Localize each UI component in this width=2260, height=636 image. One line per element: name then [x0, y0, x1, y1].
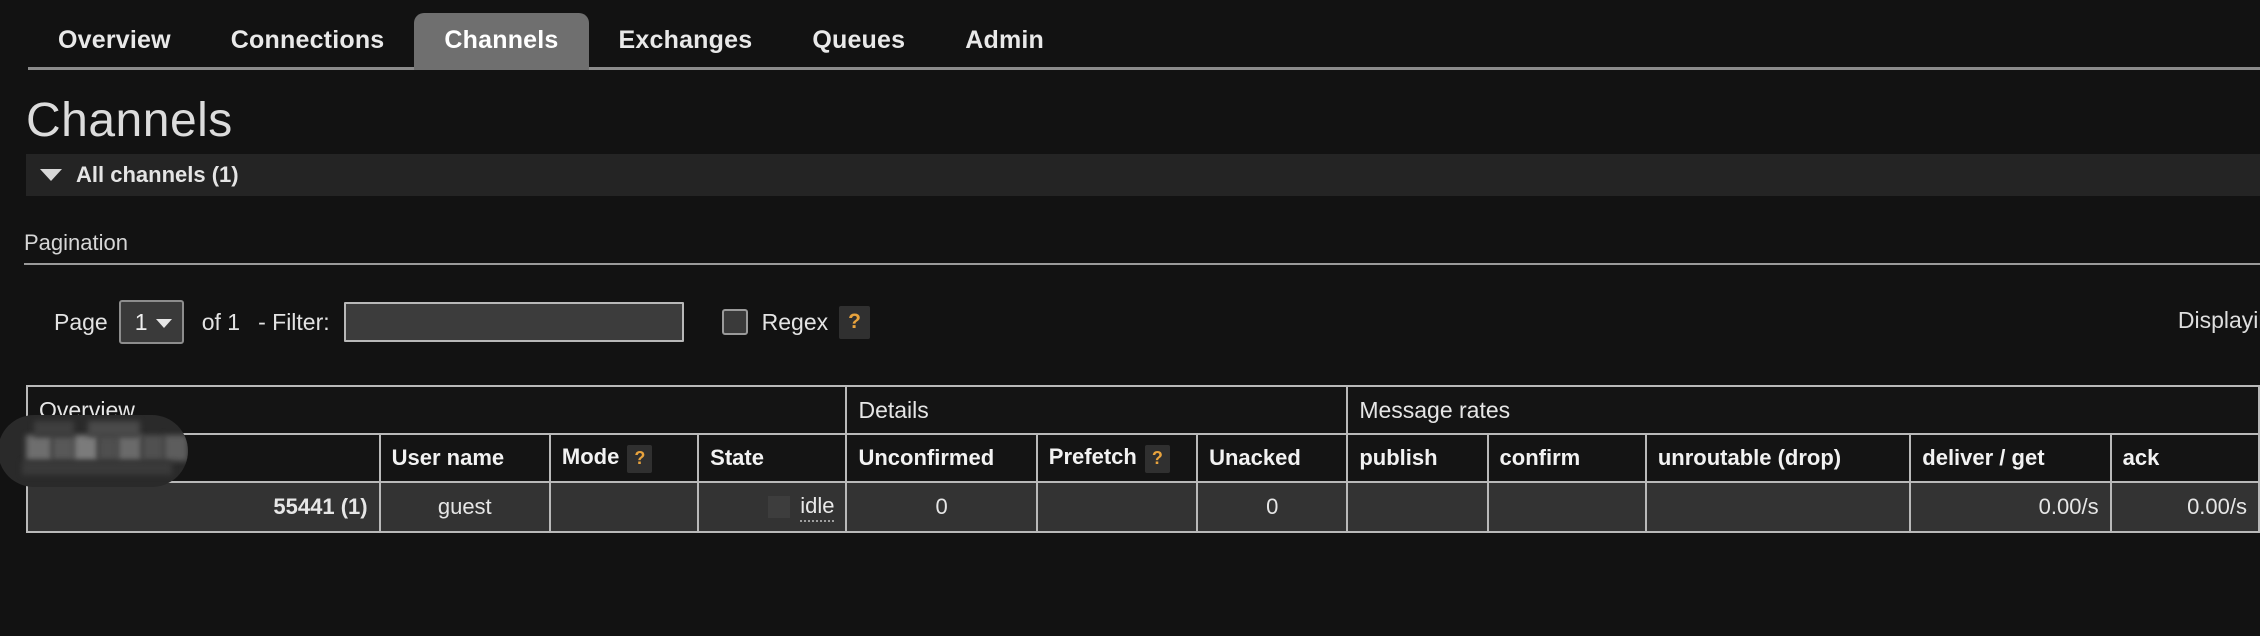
channels-table-body: 55441 (1) guest idle 0 0 0.00/s 0.00/s	[26, 481, 2260, 533]
table-group-header-row: Overview Details Message rates	[25, 385, 2260, 435]
rabbitmq-management-page: Overview Connections Channels Exchanges …	[0, 0, 2260, 636]
tab-admin[interactable]: Admin	[935, 13, 1074, 70]
cell-deliver-get: 0.00/s	[1909, 481, 2112, 533]
channels-table: Overview Details Message rates Channel U…	[25, 385, 2260, 533]
filter-input[interactable]	[343, 302, 684, 342]
regex-checkbox[interactable]	[721, 309, 748, 335]
column-header-unconfirmed-label: Unconfirmed	[858, 445, 995, 470]
column-header-unacked[interactable]: Unacked	[1196, 433, 1349, 483]
regex-label: Regex	[761, 308, 829, 335]
tab-connections[interactable]: Connections	[201, 13, 415, 70]
tab-queues[interactable]: Queues	[782, 13, 935, 70]
cell-ack: 0.00/s	[2109, 481, 2260, 533]
table-column-header-row: Channel User name Mode? State Unconfirme…	[26, 433, 2260, 483]
page-select-wrapper: 1	[118, 300, 184, 344]
column-header-confirm-label: confirm	[1499, 445, 1581, 470]
mode-help-icon[interactable]: ?	[627, 444, 653, 473]
regex-option: Regex ?	[721, 305, 870, 339]
cell-mode	[548, 481, 700, 533]
cell-channel[interactable]: 55441 (1)	[26, 481, 381, 533]
column-header-publish-label: publish	[1359, 445, 1438, 470]
column-header-publish[interactable]: publish	[1346, 433, 1489, 483]
all-channels-label: All channels (1)	[76, 162, 239, 187]
cell-state: idle	[697, 481, 848, 533]
group-header-message-rates: Message rates	[1346, 385, 2260, 435]
column-header-confirm[interactable]: confirm	[1486, 433, 1647, 483]
all-channels-section-toggle[interactable]: All channels (1)	[26, 154, 2260, 196]
prefetch-help-icon[interactable]: ?	[1144, 444, 1170, 473]
pagination-controls: Page 1 of 1 - Filter: Regex ? Displaying	[54, 299, 2260, 345]
page-count-label: of 1	[201, 308, 241, 335]
page-label: Page	[54, 308, 108, 335]
column-header-channel-label: Channel	[39, 445, 126, 470]
column-header-state-label: State	[710, 445, 764, 470]
cell-user-name: guest	[378, 481, 551, 533]
state-label: idle	[800, 493, 835, 522]
column-header-user-name-label: User name	[391, 445, 505, 470]
column-header-channel[interactable]: Channel	[26, 433, 381, 483]
channels-table-container: Overview Details Message rates Channel U…	[0, 385, 2260, 533]
pagination-divider	[24, 263, 2260, 265]
main-navigation-tabs: Overview Connections Channels Exchanges …	[0, 0, 2260, 70]
group-header-details: Details	[845, 385, 1349, 435]
displaying-label: Displaying	[2177, 307, 2260, 333]
column-header-deliver-get[interactable]: deliver / get	[1909, 433, 2112, 483]
page-select[interactable]: 1	[118, 300, 184, 344]
column-header-unacked-label: Unacked	[1209, 445, 1301, 470]
filter-label: - Filter:	[258, 308, 330, 335]
cell-publish	[1346, 481, 1489, 533]
state-indicator: idle	[710, 493, 835, 522]
chevron-down-icon[interactable]	[40, 169, 62, 181]
column-header-state[interactable]: State	[697, 433, 848, 483]
column-header-unconfirmed[interactable]: Unconfirmed	[845, 433, 1038, 483]
column-header-ack-label: ack	[2122, 445, 2160, 470]
column-header-mode[interactable]: Mode?	[548, 433, 700, 483]
cell-unroutable-drop	[1644, 481, 1912, 533]
tab-exchanges[interactable]: Exchanges	[589, 13, 783, 70]
page-title: Channels	[26, 94, 233, 147]
column-header-deliver-get-label: deliver / get	[1922, 445, 2045, 470]
column-header-user-name[interactable]: User name	[378, 433, 551, 483]
cell-prefetch	[1035, 481, 1199, 533]
pagination-section: Pagination Page 1 of 1 - Filter: Regex ?…	[24, 230, 2260, 345]
tab-channels[interactable]: Channels	[414, 13, 589, 70]
pagination-heading: Pagination	[24, 230, 128, 255]
column-header-mode-label: Mode	[561, 443, 620, 469]
column-header-ack[interactable]: ack	[2109, 433, 2260, 483]
cell-unacked: 0	[1196, 481, 1349, 533]
column-header-prefetch-label: Prefetch	[1048, 443, 1137, 469]
column-header-unroutable-drop[interactable]: unroutable (drop)	[1644, 433, 1912, 483]
tab-overview[interactable]: Overview	[28, 13, 201, 70]
column-header-prefetch[interactable]: Prefetch?	[1035, 433, 1199, 483]
column-header-unroutable-drop-label: unroutable (drop)	[1657, 445, 1842, 470]
table-row[interactable]: 55441 (1) guest idle 0 0 0.00/s 0.00/s	[26, 481, 2260, 533]
cell-unconfirmed: 0	[845, 481, 1038, 533]
regex-help-icon[interactable]: ?	[839, 305, 870, 339]
group-header-overview: Overview	[25, 385, 848, 435]
state-color-swatch	[768, 496, 791, 518]
cell-confirm	[1486, 481, 1647, 533]
